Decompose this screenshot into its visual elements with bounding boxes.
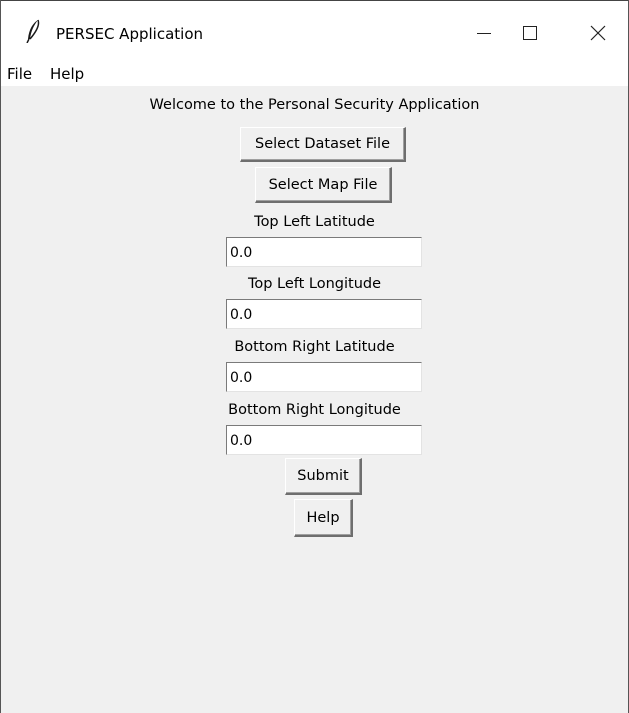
app-window: PERSEC Application File Help Welcome to … <box>0 0 629 713</box>
submit-button[interactable]: Submit <box>285 458 362 495</box>
bottom-right-latitude-label: Bottom Right Latitude <box>234 339 395 355</box>
main-panel: Welcome to the Personal Security Applica… <box>1 86 628 713</box>
maximize-button[interactable] <box>507 11 553 55</box>
help-button[interactable]: Help <box>294 499 353 537</box>
bottom-right-latitude-input[interactable] <box>226 362 422 392</box>
menu-bar: File Help <box>1 62 628 86</box>
menu-file[interactable]: File <box>3 63 36 85</box>
minimize-icon <box>477 33 491 34</box>
feather-icon <box>26 19 40 43</box>
select-dataset-button[interactable]: Select Dataset File <box>240 127 406 162</box>
top-left-longitude-label: Top Left Longitude <box>247 276 382 292</box>
close-button[interactable] <box>575 11 621 55</box>
close-icon <box>590 25 606 41</box>
menu-help[interactable]: Help <box>46 63 88 85</box>
welcome-label: Welcome to the Personal Security Applica… <box>149 97 480 113</box>
maximize-icon <box>523 26 537 40</box>
top-left-longitude-input[interactable] <box>226 299 422 329</box>
top-left-latitude-label: Top Left Latitude <box>254 214 375 230</box>
select-map-button[interactable]: Select Map File <box>255 167 392 203</box>
top-left-latitude-input[interactable] <box>226 237 422 267</box>
window-title: PERSEC Application <box>56 25 203 43</box>
minimize-button[interactable] <box>461 11 507 55</box>
title-bar[interactable]: PERSEC Application <box>1 0 628 62</box>
bottom-right-longitude-input[interactable] <box>226 425 422 455</box>
bottom-right-longitude-label: Bottom Right Longitude <box>228 402 401 418</box>
